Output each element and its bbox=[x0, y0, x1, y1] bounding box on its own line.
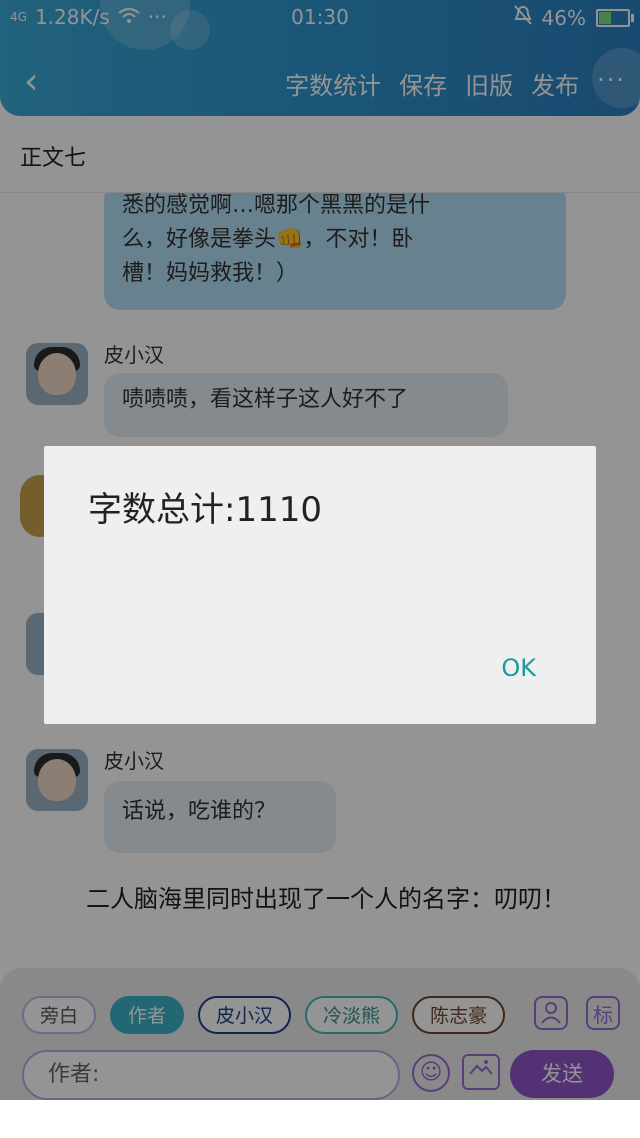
word-count-dialog: 字数总计:1110 OK bbox=[44, 446, 596, 724]
ok-button[interactable]: OK bbox=[501, 654, 536, 682]
word-count-total: 字数总计:1110 bbox=[88, 490, 322, 530]
